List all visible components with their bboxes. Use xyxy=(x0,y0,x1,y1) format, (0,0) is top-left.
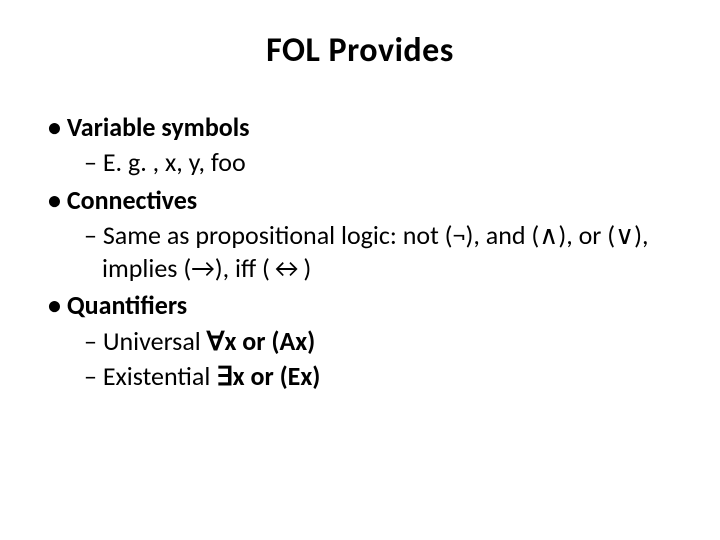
text: ), or ( xyxy=(558,219,615,251)
text: Existential xyxy=(103,360,216,392)
bullet-quantifiers: Quantifiers xyxy=(48,289,672,322)
text: ), iff ( xyxy=(215,252,270,284)
slide-body: Variable symbols E. g. , x, y, foo Conne… xyxy=(48,111,672,393)
text: Same as propositional logic: not ( xyxy=(103,219,453,251)
text: Universal xyxy=(103,325,207,357)
forall-symbol: ∀ xyxy=(207,325,225,357)
text: ) xyxy=(303,252,311,284)
slide: FOL Provides Variable symbols E. g. , x,… xyxy=(0,0,720,540)
iff-symbol: ↔ xyxy=(270,252,304,284)
sub-existential: Existential ∃x or (Ex) xyxy=(84,360,672,393)
sub-universal: Universal ∀x or (Ax) xyxy=(84,325,672,358)
bullet-variable-symbols: Variable symbols xyxy=(48,111,672,144)
exists-symbol: ∃ xyxy=(216,360,232,392)
implies-symbol: → xyxy=(191,252,215,284)
not-symbol: ¬ xyxy=(453,219,466,251)
text: ), and ( xyxy=(466,219,540,251)
sub-connectives-list: Same as propositional logic: not (¬), an… xyxy=(84,219,672,286)
text: x or (Ex) xyxy=(233,360,321,392)
bullet-connectives: Connectives xyxy=(48,184,672,217)
sub-variable-symbols-example: E. g. , x, y, foo xyxy=(84,146,672,179)
or-symbol: ∨ xyxy=(615,219,634,251)
slide-title: FOL Provides xyxy=(48,30,672,71)
and-symbol: ∧ xyxy=(539,219,558,251)
text: x or (Ax) xyxy=(224,325,315,357)
